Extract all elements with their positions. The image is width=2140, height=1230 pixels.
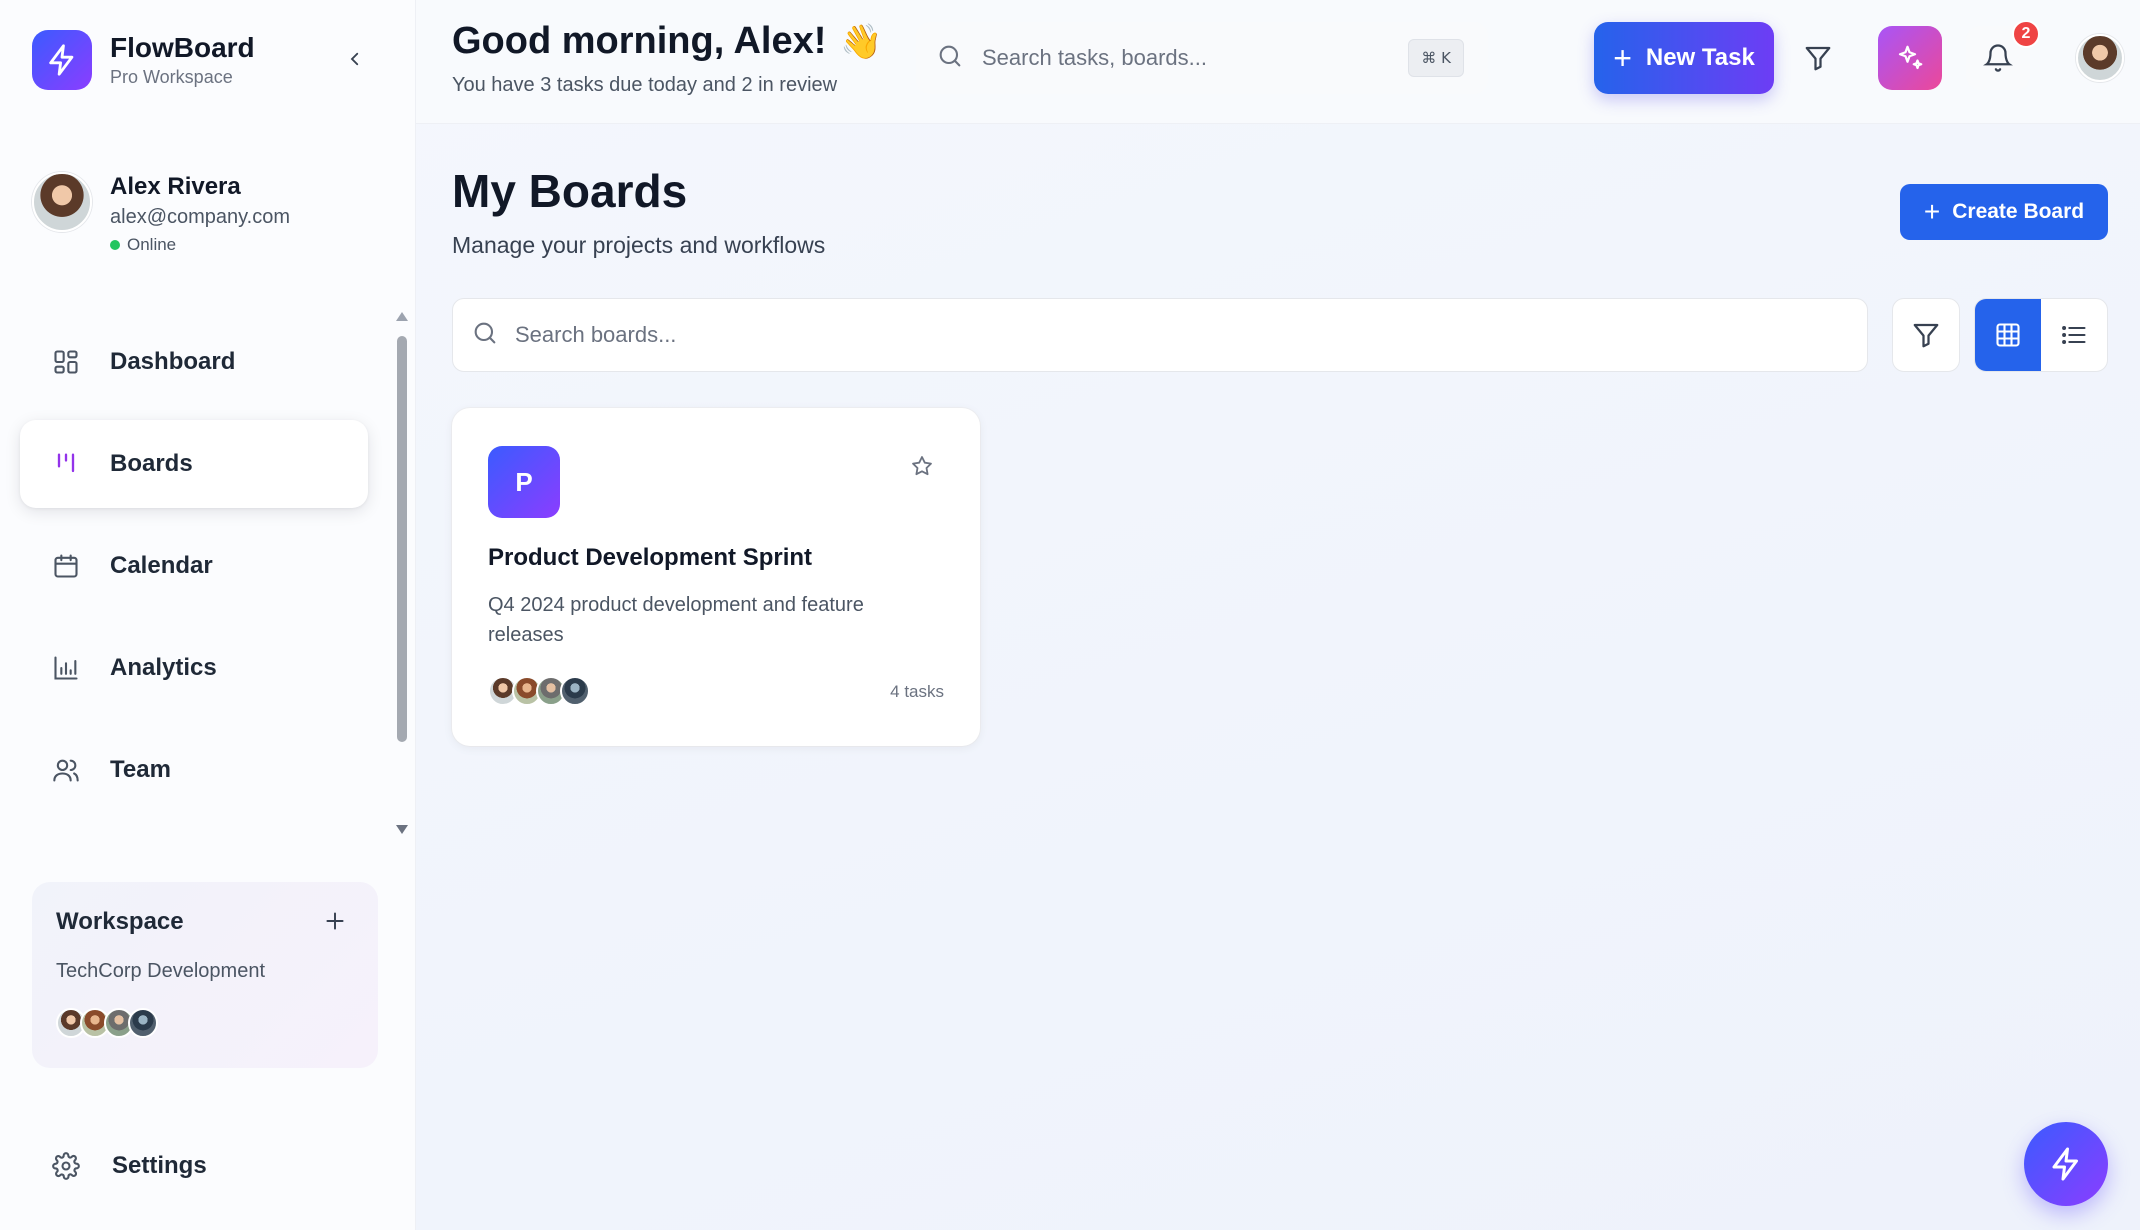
sidebar-nav: Dashboard Boards Calendar Analytics Team bbox=[20, 318, 368, 828]
search-icon bbox=[471, 319, 499, 352]
avatar bbox=[560, 676, 590, 706]
collapse-sidebar-button[interactable] bbox=[340, 44, 370, 74]
sidebar-item-label: Calendar bbox=[110, 552, 213, 579]
sidebar-item-boards[interactable]: Boards bbox=[20, 420, 368, 508]
greeting: Good morning, Alex! 👋 bbox=[452, 20, 883, 63]
brand-name: FlowBoard bbox=[110, 32, 255, 63]
ai-assistant-button[interactable] bbox=[1878, 26, 1942, 90]
avatar bbox=[128, 1008, 158, 1038]
top-bar: Good morning, Alex! 👋 You have 3 tasks d… bbox=[416, 0, 2140, 124]
user-profile[interactable]: Alex Rivera alex@company.com Online bbox=[32, 172, 290, 258]
workspace-name: TechCorp Development bbox=[56, 960, 265, 982]
list-icon bbox=[2062, 326, 2086, 344]
lightning-icon bbox=[2052, 1147, 2078, 1181]
sidebar: FlowBoard Pro Workspace Alex Rivera alex… bbox=[0, 0, 416, 1230]
workspace-members[interactable] bbox=[56, 1008, 158, 1038]
chevron-left-icon bbox=[350, 52, 359, 66]
view-toggle bbox=[1974, 298, 2108, 372]
grid-view-icon bbox=[1996, 323, 2020, 347]
filter-icon bbox=[1805, 46, 1831, 71]
board-members bbox=[488, 676, 590, 706]
create-board-label: Create Board bbox=[1952, 200, 2085, 223]
board-search[interactable] bbox=[452, 298, 1868, 372]
greeting-subtitle: You have 3 tasks due today and 2 in revi… bbox=[452, 74, 838, 96]
create-board-button[interactable]: + Create Board bbox=[1900, 184, 2108, 240]
shortcut-hint: ⌘ K bbox=[1408, 39, 1464, 77]
sidebar-item-calendar[interactable]: Calendar bbox=[20, 522, 368, 610]
grid-view-button[interactable] bbox=[1975, 299, 2041, 371]
filter-icon bbox=[1913, 323, 1939, 348]
grid-icon bbox=[50, 346, 82, 378]
user-email: alex@company.com bbox=[110, 206, 290, 228]
plus-icon bbox=[326, 912, 344, 930]
sidebar-item-label: Dashboard bbox=[110, 348, 236, 375]
board-task-count: 4 tasks bbox=[890, 682, 944, 701]
app: FlowBoard Pro Workspace Alex Rivera alex… bbox=[0, 0, 2140, 1230]
user-name: Alex Rivera bbox=[110, 173, 241, 200]
sidebar-item-team[interactable]: Team bbox=[20, 726, 368, 814]
list-view-button[interactable] bbox=[2041, 299, 2107, 371]
search-icon bbox=[936, 42, 964, 75]
sidebar-scrollbar[interactable] bbox=[394, 308, 410, 838]
kanban-icon bbox=[50, 448, 82, 480]
bar-chart-icon bbox=[50, 652, 82, 684]
sidebar-item-settings[interactable]: Settings bbox=[50, 1150, 207, 1182]
wave-icon: 👋 bbox=[840, 22, 883, 61]
sidebar-item-analytics[interactable]: Analytics bbox=[20, 624, 368, 712]
sparkles-icon bbox=[1898, 45, 1923, 70]
gear-icon bbox=[50, 1150, 82, 1182]
sidebar-item-dashboard[interactable]: Dashboard bbox=[20, 318, 368, 406]
plus-icon: + bbox=[1923, 196, 1941, 227]
favorite-button[interactable] bbox=[906, 450, 938, 482]
sidebar-item-label: Analytics bbox=[110, 654, 217, 681]
brand-subtitle: Pro Workspace bbox=[110, 67, 233, 87]
page-subtitle: Manage your projects and workflows bbox=[452, 232, 826, 258]
user-status: Online bbox=[127, 235, 177, 254]
notification-badge: 2 bbox=[2012, 20, 2040, 48]
board-search-input[interactable] bbox=[515, 322, 1815, 348]
lightning-icon bbox=[32, 30, 92, 90]
status-indicator: Online bbox=[110, 232, 290, 258]
sidebar-item-label: Team bbox=[110, 756, 171, 783]
new-task-label: New Task bbox=[1645, 44, 1755, 71]
add-workspace-button[interactable] bbox=[322, 908, 348, 934]
brand[interactable]: FlowBoard Pro Workspace bbox=[32, 30, 255, 90]
calendar-icon bbox=[50, 550, 82, 582]
online-dot-icon bbox=[110, 240, 120, 250]
board-title: Product Development Sprint bbox=[488, 544, 813, 571]
scroll-down-arrow-icon[interactable] bbox=[396, 825, 408, 834]
board-card[interactable]: P Product Development Sprint Q4 2024 pro… bbox=[452, 408, 980, 746]
sidebar-item-label: Settings bbox=[112, 1152, 207, 1179]
star-icon bbox=[912, 456, 932, 476]
user-avatar-button[interactable] bbox=[2076, 34, 2124, 82]
plus-icon: + bbox=[1613, 40, 1632, 76]
quick-action-button[interactable] bbox=[2024, 1122, 2108, 1206]
main-content: Good morning, Alex! 👋 You have 3 tasks d… bbox=[416, 0, 2140, 1230]
filter-button[interactable] bbox=[1786, 26, 1850, 90]
board-description: Q4 2024 product development and feature … bbox=[488, 594, 864, 646]
new-task-button[interactable]: + New Task bbox=[1594, 22, 1774, 94]
board-filter-button[interactable] bbox=[1892, 298, 1960, 372]
search-input[interactable] bbox=[982, 45, 1422, 71]
scroll-up-arrow-icon[interactable] bbox=[396, 312, 408, 321]
workspace-card: Workspace TechCorp Development bbox=[32, 882, 378, 1068]
page-title: My Boards bbox=[452, 165, 688, 217]
scrollbar-thumb[interactable] bbox=[397, 336, 407, 742]
users-icon bbox=[50, 754, 82, 786]
greeting-text: Good morning, Alex! bbox=[452, 20, 827, 62]
sidebar-item-label: Boards bbox=[110, 450, 193, 477]
bell-icon bbox=[1983, 44, 2013, 72]
avatar bbox=[32, 172, 92, 232]
workspace-title: Workspace bbox=[56, 908, 184, 935]
board-initial: P bbox=[488, 446, 560, 518]
global-search[interactable]: ⌘ K bbox=[916, 22, 1488, 94]
